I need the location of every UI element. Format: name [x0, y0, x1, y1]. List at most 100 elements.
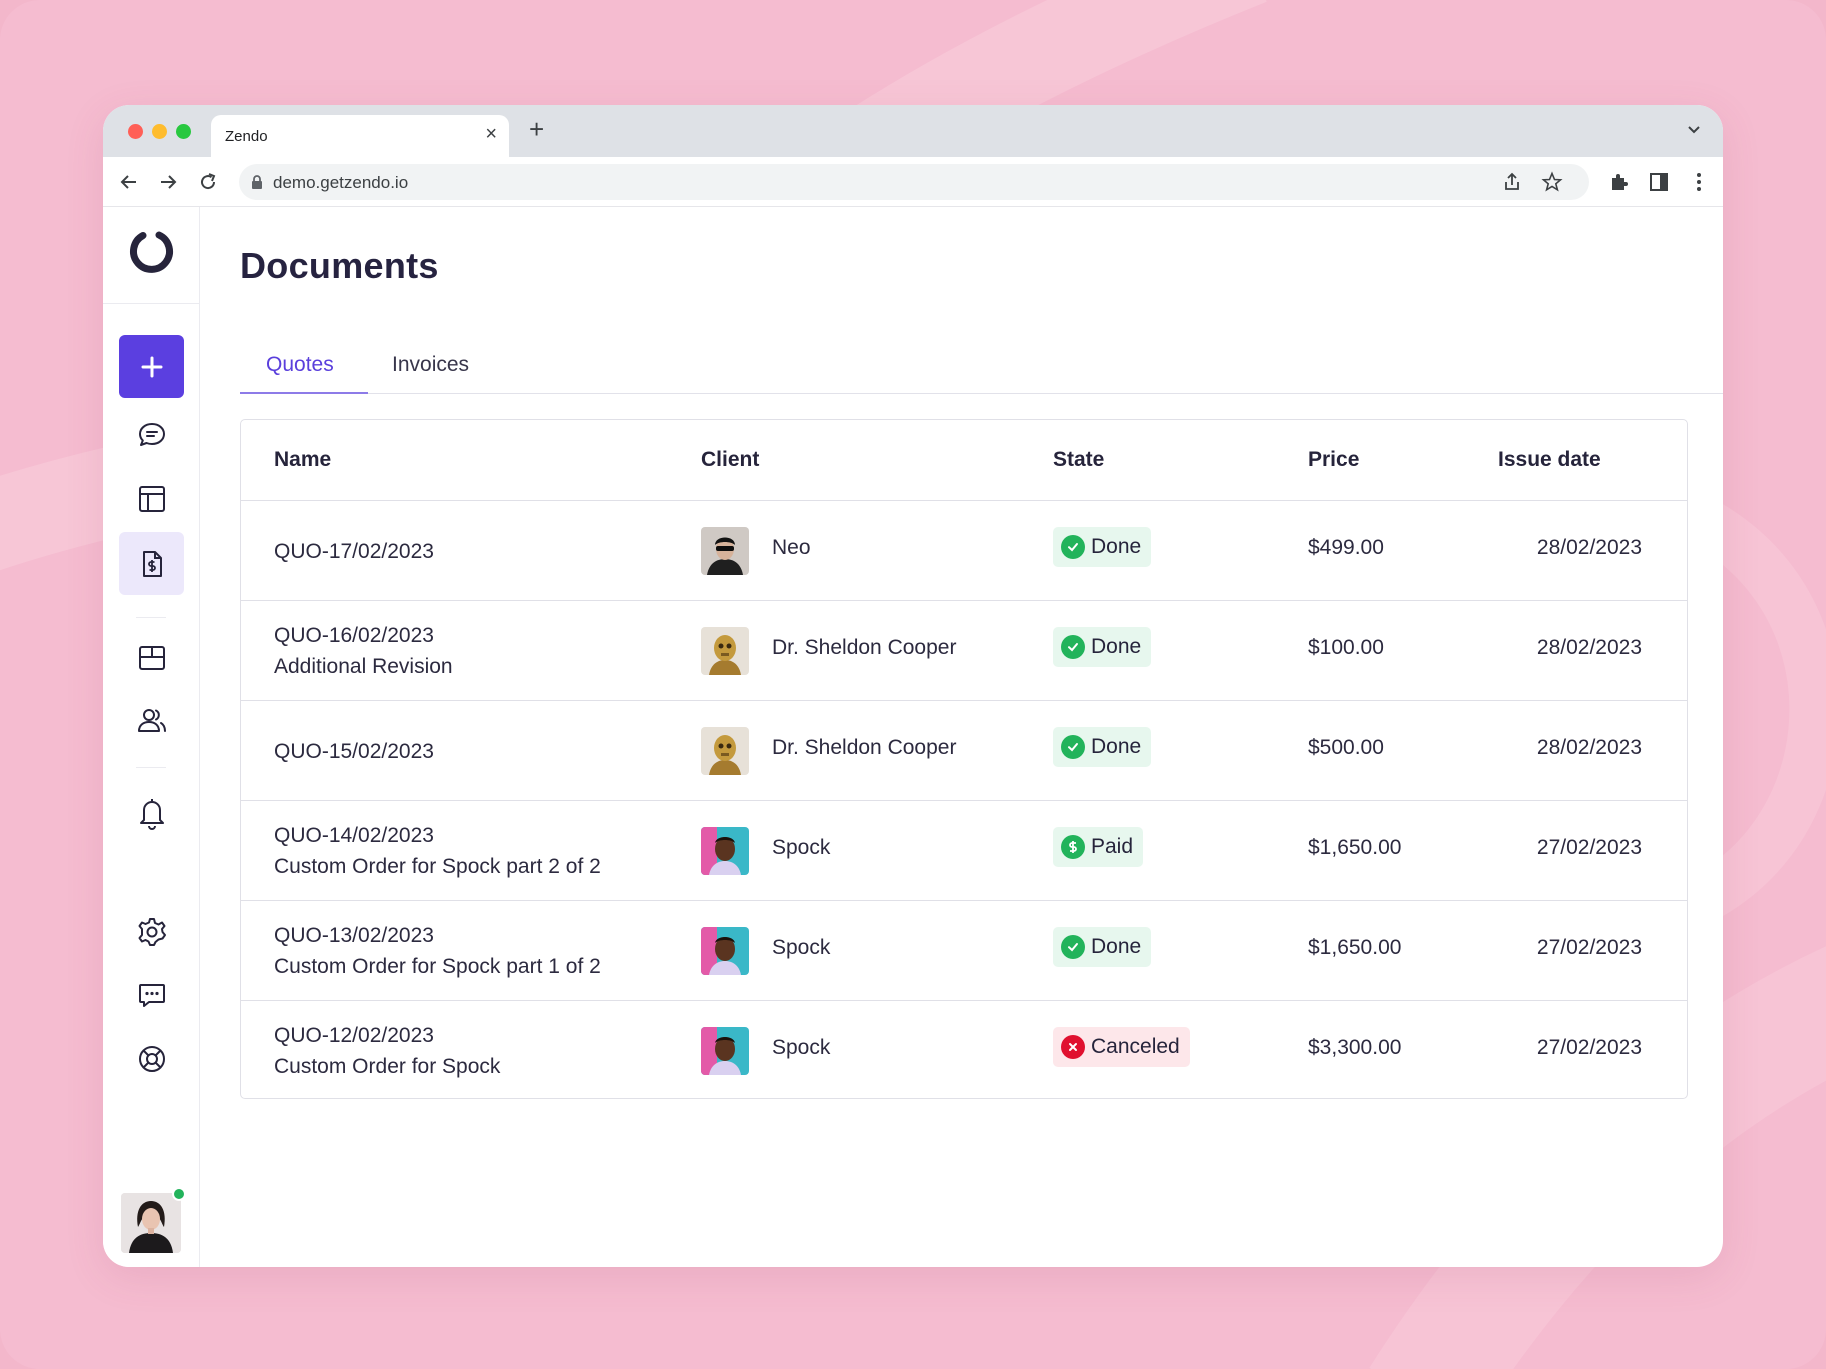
url-text: demo.getzendo.io	[273, 173, 409, 192]
table-row[interactable]: QUO-13/02/2023 Custom Order for Spock pa…	[241, 902, 1687, 1001]
zendo-logo-icon[interactable]	[126, 226, 178, 278]
chat-bubble-icon	[138, 422, 165, 446]
check-circle-icon	[1061, 635, 1085, 659]
tab-search-chevron-icon[interactable]	[1687, 125, 1701, 135]
table-row[interactable]: QUO-15/02/2023 Dr. Sheldon Cooper Done $…	[241, 702, 1687, 801]
browser-window: Zendo × + demo.getzendo.io Documents Quo…	[103, 105, 1723, 1267]
back-arrow-icon[interactable]	[117, 170, 141, 194]
window-close-button[interactable]	[128, 124, 143, 139]
invoice-document-icon	[142, 550, 162, 577]
client-name[interactable]: Neo	[772, 536, 811, 560]
client-name[interactable]: Dr. Sheldon Cooper	[772, 636, 956, 660]
status-badge: Done	[1053, 527, 1152, 567]
share-icon[interactable]	[1501, 171, 1523, 193]
column-header-client[interactable]: Client	[701, 448, 759, 472]
client-avatar	[701, 927, 749, 975]
sidebar-divider	[136, 617, 166, 618]
sidebar-item-support[interactable]	[119, 1027, 184, 1090]
sidebar-divider	[136, 767, 166, 768]
close-tab-icon[interactable]: ×	[485, 124, 497, 144]
column-header-price[interactable]: Price	[1308, 448, 1359, 472]
users-icon	[137, 708, 166, 732]
issue-date: 27/02/2023	[1536, 936, 1642, 959]
quote-description: Custom Order for Spock part 1 of 2	[274, 955, 601, 978]
client-avatar	[701, 727, 749, 775]
status-label: Done	[1091, 735, 1142, 758]
zendo-app: Documents Quotes Invoices Name Client St…	[103, 207, 1723, 1267]
sidebar-item-feedback[interactable]	[119, 963, 184, 1026]
online-status-indicator	[172, 1187, 186, 1201]
sidebar-item-inbox[interactable]	[119, 625, 184, 688]
client-name[interactable]: Spock	[772, 836, 830, 860]
quote-id: QUO-13/02/2023	[274, 924, 434, 947]
quote-name-cell: QUO-14/02/2023 Custom Order for Spock pa…	[274, 820, 601, 882]
table-row[interactable]: QUO-12/02/2023 Custom Order for Spock Sp…	[241, 1002, 1687, 1098]
client-avatar	[701, 627, 749, 675]
issue-date: 27/02/2023	[1536, 1036, 1642, 1059]
browser-toolbar: demo.getzendo.io	[103, 157, 1723, 207]
issue-date: 28/02/2023	[1536, 736, 1642, 759]
quote-description: Custom Order for Spock part 2 of 2	[274, 855, 601, 878]
forward-arrow-icon[interactable]	[156, 170, 180, 194]
sidebar-item-messages[interactable]	[119, 403, 184, 466]
quote-id: QUO-12/02/2023	[274, 1024, 434, 1047]
window-maximize-button[interactable]	[176, 124, 191, 139]
issue-date: 28/02/2023	[1536, 536, 1642, 559]
address-bar[interactable]: demo.getzendo.io	[239, 164, 1589, 200]
check-circle-icon	[1061, 535, 1085, 559]
column-header-issue-date[interactable]: Issue date	[1498, 448, 1601, 472]
check-circle-icon	[1061, 735, 1085, 759]
side-panel-icon[interactable]	[1647, 170, 1671, 194]
check-circle-icon	[1061, 935, 1085, 959]
column-header-state[interactable]: State	[1053, 448, 1104, 472]
quote-name-cell: QUO-12/02/2023 Custom Order for Spock	[274, 1020, 500, 1082]
layout-icon	[138, 485, 165, 512]
document-tabs: Quotes Invoices	[240, 337, 1723, 394]
user-avatar[interactable]	[121, 1193, 181, 1253]
new-tab-button[interactable]: +	[529, 116, 544, 142]
gear-icon	[138, 917, 166, 946]
sidebar-item-notifications[interactable]	[119, 781, 184, 844]
client-name[interactable]: Dr. Sheldon Cooper	[772, 736, 956, 760]
window-minimize-button[interactable]	[152, 124, 167, 139]
status-label: Canceled	[1091, 1035, 1180, 1058]
price: $1,650.00	[1308, 836, 1402, 859]
sidebar-create-button[interactable]	[119, 335, 184, 398]
quote-name-cell: QUO-17/02/2023	[274, 536, 434, 567]
table-row[interactable]: QUO-17/02/2023 Neo Done $499.00 28/02/20…	[241, 502, 1687, 601]
quote-description: Custom Order for Spock	[274, 1055, 501, 1078]
tab-quotes[interactable]: Quotes	[266, 353, 334, 377]
status-badge: Done	[1053, 727, 1152, 767]
browser-tab[interactable]: Zendo ×	[211, 115, 509, 157]
sidebar-item-dashboard[interactable]	[119, 467, 184, 530]
sidebar-item-documents[interactable]	[119, 532, 184, 595]
user-avatar-image	[121, 1193, 181, 1253]
message-dots-icon	[138, 983, 165, 1007]
client-avatar	[701, 1027, 749, 1075]
quote-id: QUO-17/02/2023	[274, 540, 434, 563]
bookmark-star-icon[interactable]	[1541, 171, 1563, 193]
inbox-icon	[138, 645, 165, 670]
price: $500.00	[1308, 736, 1384, 759]
client-name[interactable]: Spock	[772, 1036, 830, 1060]
lifebuoy-icon	[138, 1045, 165, 1072]
reload-icon[interactable]	[196, 170, 220, 194]
table-row[interactable]: QUO-14/02/2023 Custom Order for Spock pa…	[241, 802, 1687, 901]
status-label: Done	[1091, 935, 1142, 958]
tab-invoices[interactable]: Invoices	[392, 353, 469, 377]
table-row[interactable]: QUO-16/02/2023 Additional Revision Dr. S…	[241, 602, 1687, 701]
bell-icon	[139, 798, 164, 830]
price: $499.00	[1308, 536, 1384, 559]
sidebar-item-clients[interactable]	[119, 688, 184, 751]
quote-name-cell: QUO-13/02/2023 Custom Order for Spock pa…	[274, 920, 601, 982]
extensions-puzzle-icon[interactable]	[1607, 170, 1631, 194]
quote-id: QUO-16/02/2023	[274, 624, 434, 647]
client-name[interactable]: Spock	[772, 936, 830, 960]
sidebar	[103, 207, 200, 1267]
column-header-name[interactable]: Name	[274, 448, 331, 472]
kebab-menu-icon[interactable]	[1687, 170, 1711, 194]
table-header: Name Client State Price Issue date	[241, 420, 1687, 501]
quote-name-cell: QUO-15/02/2023	[274, 736, 434, 767]
price: $1,650.00	[1308, 936, 1402, 959]
sidebar-item-settings[interactable]	[119, 900, 184, 963]
